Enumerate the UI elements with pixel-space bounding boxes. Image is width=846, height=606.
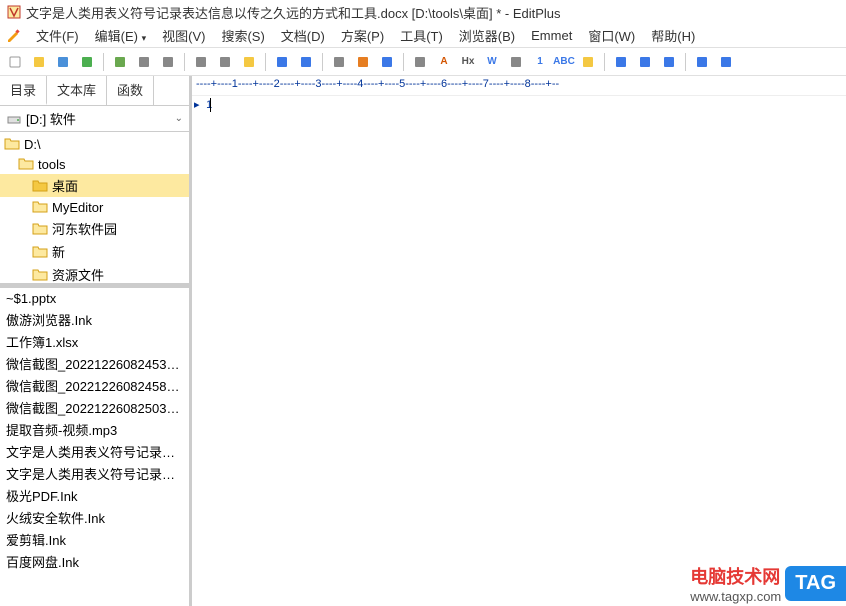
bookmark-icon[interactable] [577, 51, 599, 73]
abc-icon[interactable]: ABC [553, 51, 575, 73]
sidebar-tabs: 目录 文本库 函数 [0, 76, 189, 106]
file-item[interactable]: 极光PDF.Ink [0, 486, 189, 508]
tree-node[interactable]: D:\ [0, 134, 189, 154]
copy-icon[interactable] [214, 51, 236, 73]
chevron-down-icon: ⌄ [175, 113, 183, 124]
file-item[interactable]: 微信截图_20221226082453.pn [0, 354, 189, 376]
file-item[interactable]: 百度网盘.Ink [0, 552, 189, 574]
toolbar-separator [322, 53, 323, 71]
menu-help[interactable]: 帮助(H) [643, 24, 703, 47]
toolbar-separator [265, 53, 266, 71]
redo-icon[interactable] [295, 51, 317, 73]
tree-node[interactable]: 新 [0, 240, 189, 263]
menu-emmet[interactable]: Emmet [523, 26, 580, 45]
menu-edit[interactable]: 编辑(E) ▾ [87, 24, 155, 47]
reload-icon[interactable] [109, 51, 131, 73]
font-size-icon[interactable]: A [433, 51, 455, 73]
drive-label: [D:] 软件 [26, 109, 175, 128]
title-bar: 文字是人类用表义符号记录表达信息以传之久远的方式和工具.docx [D:\too… [0, 0, 846, 24]
menu-document[interactable]: 文档(D) [273, 24, 333, 47]
tab-directory[interactable]: 目录 [0, 76, 47, 105]
menu-project[interactable]: 方案(P) [333, 24, 392, 47]
save-icon[interactable] [52, 51, 74, 73]
file-item[interactable]: 微信截图_20221226082503.pn [0, 398, 189, 420]
ruler: ----+----1----+----2----+----3----+----4… [192, 76, 846, 96]
menu-bar: 文件(F) 编辑(E) ▾ 视图(V) 搜索(S) 文档(D) 方案(P) 工具… [0, 24, 846, 48]
open-icon[interactable] [28, 51, 50, 73]
folder-icon [32, 244, 48, 260]
watermark: 电脑技术网 www.tagxp.com TAG [690, 563, 846, 604]
drive-icon [6, 111, 22, 127]
folder-icon [32, 267, 48, 283]
edit-icon[interactable] [6, 28, 22, 44]
new-icon[interactable] [4, 51, 26, 73]
file-item[interactable]: 傲游浏览器.Ink [0, 310, 189, 332]
window1-icon[interactable] [610, 51, 632, 73]
toolbar-separator [403, 53, 404, 71]
toolbar-separator [103, 53, 104, 71]
paste-icon[interactable] [238, 51, 260, 73]
print-preview-icon[interactable] [157, 51, 179, 73]
file-item[interactable]: 火绒安全软件.Ink [0, 508, 189, 530]
menu-view[interactable]: 视图(V) [154, 24, 213, 47]
indent-icon[interactable] [505, 51, 527, 73]
folder-icon [4, 136, 20, 152]
toolbar-separator [184, 53, 185, 71]
toolbar-separator [604, 53, 605, 71]
tree-node[interactable]: MyEditor [0, 197, 189, 217]
menu-browser[interactable]: 浏览器(B) [451, 24, 523, 47]
file-item[interactable]: 提取音频-视频.mp3 [0, 420, 189, 442]
menu-file[interactable]: 文件(F) [28, 24, 87, 47]
tree-node[interactable]: 资源文件 [0, 263, 189, 286]
menu-search[interactable]: 搜索(S) [213, 24, 272, 47]
folder-icon [32, 178, 48, 194]
title-text: 文字是人类用表义符号记录表达信息以传之久远的方式和工具.docx [D:\too… [26, 3, 561, 22]
toolbar-separator [685, 53, 686, 71]
cut-icon[interactable] [190, 51, 212, 73]
save-all-icon[interactable] [76, 51, 98, 73]
file-item[interactable]: ~$1.pptx [0, 288, 189, 310]
cursor [210, 98, 211, 112]
toolbar: AHxW 1ABC [0, 48, 846, 76]
help-icon[interactable] [715, 51, 737, 73]
sidebar: 目录 文本库 函数 [D:] 软件 ⌄ D:\tools桌面MyEditor河东… [0, 76, 192, 606]
tab-cliptext[interactable]: 文本库 [47, 76, 107, 105]
watermark-text: 电脑技术网 [690, 563, 781, 589]
replace-icon[interactable] [352, 51, 374, 73]
tree-node[interactable]: tools [0, 154, 189, 174]
print-icon[interactable] [133, 51, 155, 73]
file-item[interactable]: 文字是人类用表义符号记录表达 [0, 442, 189, 464]
tab-functions[interactable]: 函数 [107, 76, 154, 105]
folder-icon [18, 156, 34, 172]
file-item[interactable]: 爱剪辑.Ink [0, 530, 189, 552]
hex-icon[interactable]: Hx [457, 51, 479, 73]
wordwrap-icon[interactable] [409, 51, 431, 73]
folder-icon [32, 221, 48, 237]
watermark-url: www.tagxp.com [690, 589, 781, 604]
folder-icon [32, 199, 48, 215]
folder-tree: D:\tools桌面MyEditor河东软件园新资源文件 [0, 132, 189, 287]
w-icon[interactable]: W [481, 51, 503, 73]
file-item[interactable]: 文字是人类用表义符号记录表达 [0, 464, 189, 486]
drive-select[interactable]: [D:] 软件 ⌄ [0, 106, 189, 132]
column-icon[interactable]: 1 [529, 51, 551, 73]
goto-icon[interactable] [376, 51, 398, 73]
edit-area[interactable]: ▸ 1 [192, 96, 846, 606]
editor-area[interactable]: ----+----1----+----2----+----3----+----4… [192, 76, 846, 606]
undo-icon[interactable] [271, 51, 293, 73]
window2-icon[interactable] [634, 51, 656, 73]
tree-node[interactable]: 桌面 [0, 174, 189, 197]
tree-node[interactable]: 河东软件园 [0, 217, 189, 240]
file-list: ~$1.pptx傲游浏览器.Ink工作簿1.xlsx微信截图_202212260… [0, 287, 189, 606]
find-icon[interactable] [328, 51, 350, 73]
menu-window[interactable]: 窗口(W) [580, 24, 643, 47]
window3-icon[interactable] [658, 51, 680, 73]
file-item[interactable]: 微信截图_20221226082458.pn [0, 376, 189, 398]
app-icon [6, 4, 22, 20]
file-item[interactable]: 工作簿1.xlsx [0, 332, 189, 354]
watermark-tag: TAG [785, 566, 846, 601]
browser-icon[interactable] [691, 51, 713, 73]
menu-tools[interactable]: 工具(T) [392, 24, 451, 47]
